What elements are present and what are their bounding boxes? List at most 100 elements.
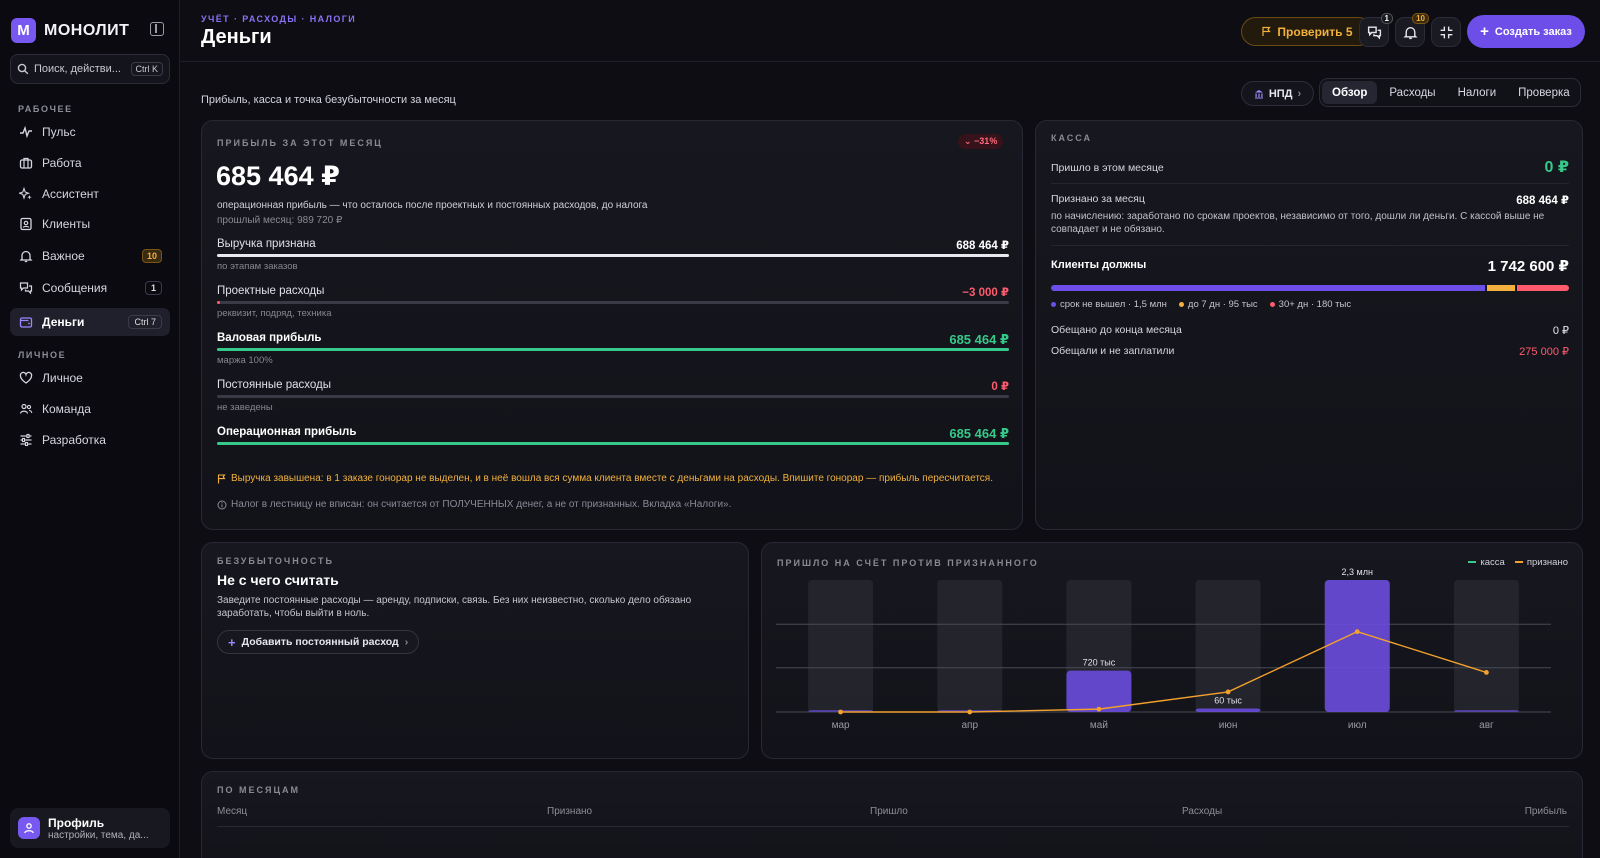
tab-check[interactable]: Проверка — [1508, 81, 1580, 104]
profile-subtitle: настройки, тема, да... — [48, 829, 149, 841]
chevron-right-icon: › — [404, 636, 409, 648]
team-icon — [18, 402, 33, 417]
x-tick-label: мар — [832, 720, 850, 731]
sidebar-item-team[interactable]: Команда — [10, 395, 170, 423]
cash-recognized-description: по начислению: заработано по срокам прое… — [1051, 211, 1545, 235]
profit-previous: прошлый месяц: 989 720 ₽ — [217, 215, 343, 226]
tab-taxes[interactable]: Налоги — [1448, 81, 1507, 104]
bar-track — [808, 580, 874, 712]
sidebar-item-clients[interactable]: Клиенты — [10, 210, 170, 238]
sidebar-item-assistant[interactable]: Ассистент — [10, 180, 170, 208]
point-recognized — [1354, 629, 1360, 635]
x-tick-label: июл — [1348, 720, 1367, 731]
profit-row-value: 688 464 ₽ — [956, 240, 1009, 252]
profit-row-label: Валовая прибыль — [217, 332, 322, 344]
search-shortcut: Ctrl K — [130, 62, 163, 76]
profile-button[interactable]: Профиль настройки, тема, да... — [10, 808, 170, 848]
minimize-icon — [1440, 26, 1452, 38]
legend-item-cash: касса — [1468, 557, 1505, 568]
point-recognized — [1225, 689, 1231, 695]
sidebar-item-personal[interactable]: Личное — [10, 364, 170, 392]
search-placeholder: Поиск, действи... — [34, 63, 121, 75]
legend-label: касса — [1480, 557, 1505, 568]
unpaid-value: 275 000 ₽ — [1519, 346, 1569, 358]
profit-row-bar-fill — [217, 348, 1009, 351]
search-icon — [17, 63, 29, 75]
wallet-icon — [18, 315, 33, 330]
create-order-label: Создать заказ — [1494, 25, 1572, 38]
search-input[interactable]: Поиск, действи... Ctrl K — [10, 54, 170, 84]
sidebar-item-money[interactable]: Деньги Ctrl 7 — [10, 308, 170, 336]
messages-count-badge: 1 — [144, 281, 162, 295]
app-logo[interactable]: M МОНОЛИТ — [11, 18, 129, 43]
add-fixed-expense-button[interactable]: + Добавить постоянный расход › — [217, 630, 420, 654]
arrow-down-icon: ⌄ — [964, 136, 975, 146]
messages-button[interactable]: 1 — [1359, 13, 1393, 47]
breakeven-card-label: БЕЗУБЫТОЧНОСТЬ — [217, 556, 334, 566]
sidebar-item-important[interactable]: Важное 10 — [10, 242, 170, 270]
x-tick-label: апр — [961, 720, 978, 731]
legend-dot — [1269, 301, 1275, 307]
create-order-button[interactable]: + Создать заказ — [1467, 15, 1585, 48]
logo-mark: M — [11, 18, 36, 43]
clients-owe-value: 1 742 600 ₽ — [1487, 258, 1569, 275]
heart-icon — [18, 371, 33, 386]
promised-label: Обещано до конца месяца — [1051, 324, 1182, 336]
legend-swatch — [1468, 561, 1477, 564]
bar-cash — [1453, 710, 1519, 712]
info-icon — [217, 500, 227, 510]
monthly-table-card: ПО МЕСЯЦАМ Месяц Признано Пришло Расходы… — [201, 771, 1583, 858]
legend-item-recognized: признано — [1514, 557, 1568, 568]
debt-segment — [1516, 285, 1569, 291]
check-button[interactable]: Проверить 5 — [1241, 17, 1373, 46]
tax-regime-label: НПД — [1268, 87, 1293, 100]
profit-amount: 685 464 ₽ — [216, 161, 340, 191]
add-fixed-expense-label: Добавить постоянный расход — [241, 636, 399, 648]
profit-card: ПРИБЫЛЬ ЗА ЭТОТ МЕСЯЦ ⌄ −31% 685 464 ₽ о… — [201, 120, 1023, 530]
sidebar-item-messages[interactable]: Сообщения 1 — [10, 274, 170, 302]
profit-change-badge: ⌄ −31% — [958, 134, 1004, 149]
table-header-divider — [217, 826, 1569, 827]
legend-label: признано — [1526, 557, 1568, 568]
profit-row-sub: маржа 100% — [217, 355, 273, 366]
sidebar-item-pulse[interactable]: Пульс — [10, 118, 170, 146]
cash-recognized-value: 688 464 ₽ — [1516, 195, 1569, 207]
cash-vs-recognized-chart-card: 720 тыс 60 тыс 2,3 млн мар апр май июн июл авг П… — [761, 542, 1583, 759]
bar-track — [937, 580, 1003, 712]
sidebar-item-label: Личное — [42, 371, 83, 385]
breakeven-description: Заведите постоянные расходы — аренду, по… — [217, 595, 692, 619]
column-header-month: Месяц — [217, 806, 248, 817]
app-name: МОНОЛИТ — [44, 21, 130, 39]
briefcase-icon — [18, 156, 33, 171]
sidebar-collapse-icon[interactable] — [150, 22, 164, 36]
money-shortcut: Ctrl 7 — [128, 315, 162, 329]
messages-count-badge: 1 — [1380, 13, 1393, 24]
notifications-button[interactable]: 10 — [1395, 13, 1429, 47]
debt-aging-legend: срок не вышел · 1,5 млн до 7 дн · 95 тыс 3… — [1051, 299, 1351, 310]
tax-regime-selector[interactable]: НПД › — [1241, 81, 1314, 106]
point-recognized — [967, 709, 973, 715]
tab-expenses[interactable]: Расходы — [1379, 81, 1445, 104]
chat-icon — [1367, 25, 1381, 40]
section-label-work: РАБОЧЕЕ — [18, 104, 73, 114]
important-count-badge: 10 — [141, 249, 162, 263]
tax-info-note: Налог в лестницу не вписан: он считается… — [217, 499, 731, 510]
profile-name: Профиль — [48, 815, 105, 830]
legend-dot — [1178, 301, 1184, 307]
plus-icon: + — [1480, 23, 1489, 40]
tab-overview[interactable]: Обзор — [1322, 81, 1378, 104]
debt-legend-label: срок не вышел · 1,5 млн — [1060, 299, 1167, 310]
sidebar-item-work[interactable]: Работа — [10, 149, 170, 177]
collapse-view-button[interactable] — [1431, 17, 1461, 47]
debt-legend-item: до 7 дн · 95 тыс — [1178, 299, 1258, 310]
profit-row-bar — [217, 348, 1009, 351]
sidebar: M МОНОЛИТ Поиск, действи... Ctrl K РАБОЧ… — [0, 0, 180, 858]
sidebar-item-development[interactable]: Разработка — [10, 426, 170, 454]
page-subtitle: Прибыль, касса и точка безубыточности за… — [201, 94, 456, 106]
x-tick-label: июн — [1219, 720, 1238, 731]
profit-row-bar-fill — [217, 254, 1009, 257]
section-label-personal: ЛИЧНОЕ — [18, 350, 67, 360]
profit-card-label: ПРИБЫЛЬ ЗА ЭТОТ МЕСЯЦ — [217, 138, 383, 148]
profit-row-bar — [217, 442, 1009, 445]
breadcrumb[interactable]: УЧЁТ · РАСХОДЫ · НАЛОГИ — [201, 14, 356, 24]
